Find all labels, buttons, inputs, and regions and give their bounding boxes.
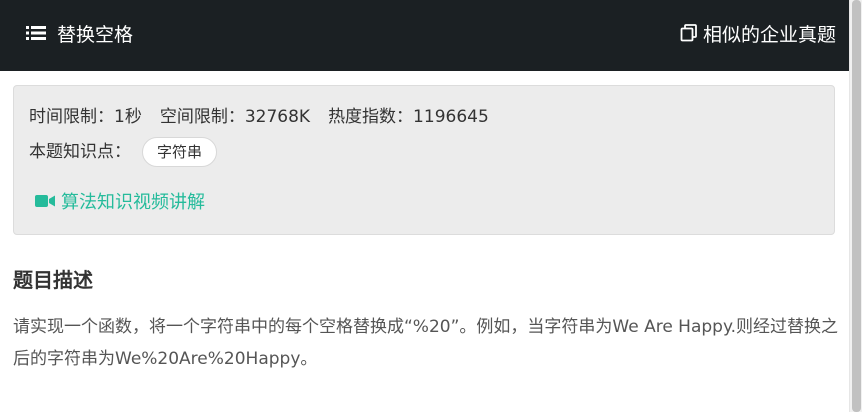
limits-row: 时间限制：1秒 空间限制：32768K 热度指数：1196645 bbox=[29, 105, 489, 129]
section-title: 题目描述 bbox=[13, 268, 93, 292]
video-link-label: 算法知识视频讲解 bbox=[61, 192, 205, 213]
list-icon bbox=[26, 25, 46, 45]
heat-index: 热度指数：1196645 bbox=[328, 107, 489, 127]
top-header-bar: 替换空格 相似的企业真题 bbox=[0, 0, 849, 71]
video-camera-icon bbox=[35, 190, 55, 216]
knowledge-tag-string[interactable]: 字符串 bbox=[142, 137, 218, 167]
scrollbar-thumb[interactable] bbox=[852, 0, 861, 412]
problem-info-box: 时间限制：1秒 空间限制：32768K 热度指数：1196645 本题知识点： … bbox=[13, 85, 835, 235]
vertical-scrollbar[interactable] bbox=[849, 0, 862, 412]
space-limit: 空间限制：32768K bbox=[159, 107, 311, 127]
problem-title: 替换空格 bbox=[57, 24, 134, 46]
copy-icon bbox=[680, 24, 698, 46]
similar-questions-label: 相似的企业真题 bbox=[702, 24, 836, 46]
time-limit: 时间限制：1秒 bbox=[29, 107, 142, 127]
knowledge-label: 本题知识点： bbox=[29, 142, 131, 162]
similar-questions-link[interactable]: 相似的企业真题 bbox=[680, 22, 836, 48]
algorithm-video-link[interactable]: 算法知识视频讲解 bbox=[35, 190, 205, 216]
menu-title-button[interactable]: 替换空格 bbox=[26, 22, 133, 48]
knowledge-row: 本题知识点： 字符串 bbox=[29, 137, 218, 167]
problem-description: 请实现一个函数，将一个字符串中的每个空格替换成“%20”。例如，当字符串为We … bbox=[13, 317, 839, 369]
